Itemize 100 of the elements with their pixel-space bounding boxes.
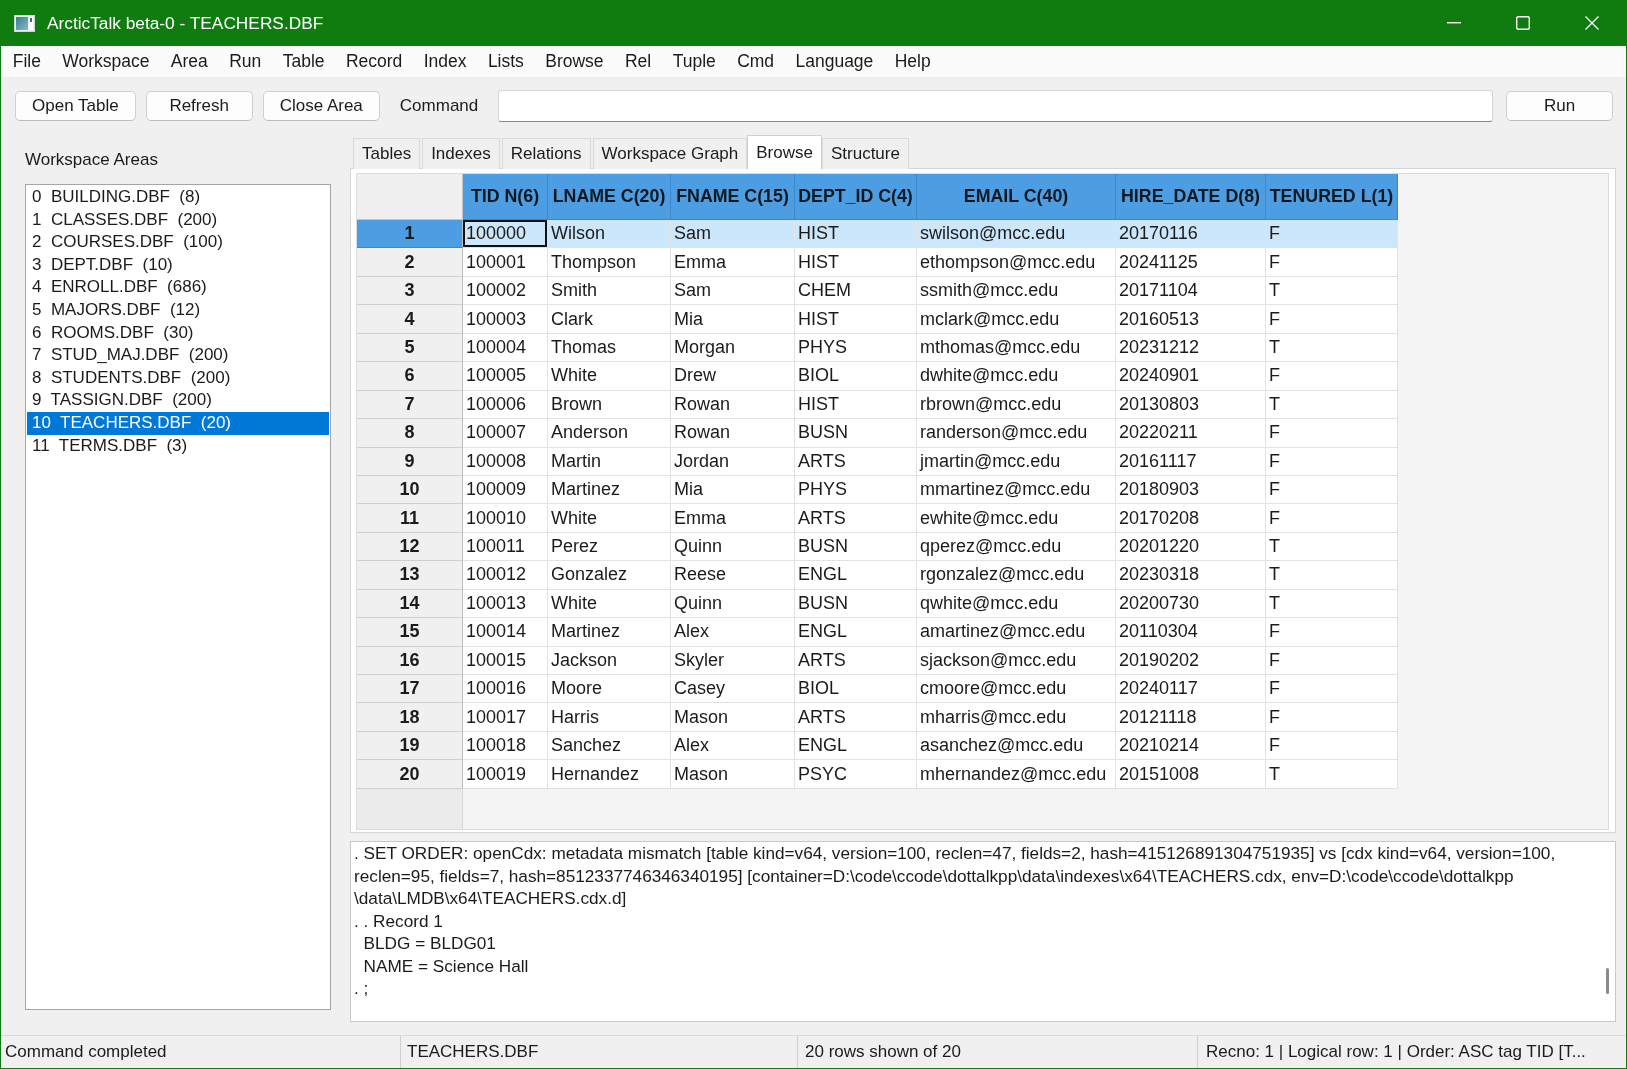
table-cell: mclark@mcc.edu xyxy=(917,305,1116,334)
row-header[interactable]: 19 xyxy=(357,731,463,761)
row-header[interactable]: 2 xyxy=(357,248,463,277)
menu-item[interactable]: Tuple xyxy=(661,48,727,75)
status-text: 20 rows shown of 20 xyxy=(805,1042,961,1062)
table-row[interactable]: 6 100005 White Drew BIOL dwhite@mcc.edu 20240901 F xyxy=(357,362,1398,391)
table-cell: BUSN xyxy=(795,419,917,448)
table-row[interactable]: 5 100004 Thomas Morgan PHYS mthomas@mcc.edu 20231212 T xyxy=(357,333,1398,363)
menu-item[interactable]: Table xyxy=(272,48,336,75)
table-cell: HIST xyxy=(795,248,917,277)
scrollbar-thumb[interactable] xyxy=(1605,968,1609,994)
menu-item[interactable]: Cmd xyxy=(726,48,785,75)
table-row[interactable]: 3 100002 Smith Sam CHEM ssmith@mcc.edu 20171104 T xyxy=(357,276,1398,306)
toolbar-button[interactable]: Close Area xyxy=(262,91,380,121)
tab[interactable]: Structure xyxy=(821,138,909,169)
table-row[interactable]: 4 100003 Clark Mia HIST mclark@mcc.edu 20160513 F xyxy=(357,305,1398,334)
column-header[interactable]: HIRE_DATE D(8) xyxy=(1116,174,1266,220)
table-row[interactable]: 14 100013 White Quinn BUSN qwhite@mcc.edu 20200730 T xyxy=(357,589,1398,619)
row-header[interactable]: 13 xyxy=(357,561,463,590)
table-row[interactable]: 9 100008 Martin Jordan ARTS jmartin@mcc.edu 20161117 F xyxy=(357,447,1398,476)
table-row[interactable]: 19 100018 Sanchez Alex ENGL asanchez@mcc.edu 20210214 F xyxy=(357,731,1398,761)
row-header[interactable]: 11 xyxy=(357,504,463,533)
table-row[interactable]: 12 100011 Perez Quinn BUSN qperez@mcc.edu 20201220 T xyxy=(357,532,1398,562)
toolbar-button[interactable]: Open Table xyxy=(15,91,136,121)
area-list-item[interactable]: 4 ENROLL.DBF (686) xyxy=(27,276,329,299)
column-header[interactable]: LNAME C(20) xyxy=(548,174,671,220)
menu-item[interactable]: Browse xyxy=(534,48,615,75)
toolbar-button[interactable]: Refresh xyxy=(145,91,253,121)
row-header[interactable]: 7 xyxy=(357,390,463,420)
row-header[interactable]: 20 xyxy=(357,760,463,789)
row-header[interactable]: 5 xyxy=(357,333,463,363)
area-list-item[interactable]: 3 DEPT.DBF (10) xyxy=(27,253,329,277)
log-line: \data\LMDB\x64\TEACHERS.cdx.d] xyxy=(354,887,627,910)
row-header[interactable]: 9 xyxy=(357,447,463,476)
table-row[interactable]: 15 100014 Martinez Alex ENGL amartinez@mcc.edu 20110304 F xyxy=(357,618,1398,647)
tab[interactable]: Indexes xyxy=(422,138,500,169)
tab[interactable]: Tables xyxy=(353,138,421,169)
tab[interactable]: Workspace Graph xyxy=(592,138,748,169)
area-list-item[interactable]: 7 STUD_MAJ.DBF (200) xyxy=(27,344,329,367)
table-cell: mharris@mcc.edu xyxy=(917,703,1116,732)
area-list-item[interactable]: 0 BUILDING.DBF (8) xyxy=(27,186,329,209)
tab[interactable]: Browse xyxy=(747,135,822,169)
row-header[interactable]: 1 xyxy=(357,220,463,249)
row-header[interactable]: 15 xyxy=(357,618,463,647)
status-text: Command completed xyxy=(5,1042,167,1062)
row-header[interactable]: 18 xyxy=(357,703,463,732)
menu-item[interactable]: Workspace xyxy=(51,48,161,75)
table-row[interactable]: 20 100019 Hernandez Mason PSYC mhernandez@mcc.edu 20151008 T xyxy=(357,760,1398,789)
menu-item[interactable]: Area xyxy=(160,48,219,75)
table-row[interactable]: 18 100017 Harris Mason ARTS mharris@mcc.edu 20121118 F xyxy=(357,703,1398,732)
menu-item[interactable]: File xyxy=(2,48,52,75)
row-header[interactable]: 8 xyxy=(357,419,463,448)
command-field[interactable] xyxy=(498,90,1493,122)
table-cell: F xyxy=(1266,419,1398,448)
table-row[interactable]: 8 100007 Anderson Rowan BUSN randerson@mcc.edu 20220211 F xyxy=(357,419,1398,448)
table-cell: F xyxy=(1266,362,1398,391)
menu-item[interactable]: Record xyxy=(335,48,413,75)
row-header[interactable]: 14 xyxy=(357,589,463,619)
menu-item[interactable]: Language xyxy=(784,48,885,75)
table-cell: HIST xyxy=(795,305,917,334)
row-header[interactable]: 12 xyxy=(357,532,463,562)
table-cell: ARTS xyxy=(795,703,917,732)
table-row[interactable]: 7 100006 Brown Rowan HIST rbrown@mcc.edu 20130803 T xyxy=(357,390,1398,420)
row-header[interactable]: 16 xyxy=(357,646,463,675)
table-cell: Harris xyxy=(548,703,671,732)
menu-item[interactable]: Run xyxy=(218,48,272,75)
table-row[interactable]: 16 100015 Jackson Skyler ARTS sjackson@mcc.edu 20190202 F xyxy=(357,646,1398,675)
column-header[interactable]: DEPT_ID C(4) xyxy=(795,174,917,220)
area-list-item[interactable]: 10 TEACHERS.DBF (20) xyxy=(27,411,329,435)
row-header[interactable]: 4 xyxy=(357,305,463,334)
table-row[interactable]: 13 100012 Gonzalez Reese ENGL rgonzalez@mcc.edu 20230318 T xyxy=(357,561,1398,590)
table-cell: jmartin@mcc.edu xyxy=(917,447,1116,476)
table-row[interactable]: 1 100000 Wilson Sam HIST swilson@mcc.edu 20170116 F xyxy=(357,220,1398,249)
row-header[interactable]: 17 xyxy=(357,675,463,704)
table-row[interactable]: 17 100016 Moore Casey BIOL cmoore@mcc.edu 20240117 F xyxy=(357,675,1398,704)
area-list-item[interactable]: 6 ROOMS.DBF (30) xyxy=(27,321,329,345)
area-list-item[interactable]: 8 STUDENTS.DBF (200) xyxy=(27,366,329,390)
column-header[interactable]: TENURED L(1) xyxy=(1266,174,1398,220)
menu-item[interactable]: Index xyxy=(413,48,478,75)
column-header[interactable]: FNAME C(15) xyxy=(671,174,795,220)
column-header[interactable]: EMAIL C(40) xyxy=(917,174,1116,220)
column-header[interactable]: TID N(6) xyxy=(463,174,548,220)
tab[interactable]: Relations xyxy=(501,138,591,169)
area-list-item[interactable]: 11 TERMS.DBF (3) xyxy=(27,434,329,458)
area-list-item[interactable]: 5 MAJORS.DBF (12) xyxy=(27,298,329,322)
row-header[interactable]: 3 xyxy=(357,276,463,306)
table-row[interactable]: 2 100001 Thompson Emma HIST ethompson@mcc.edu 20241125 F xyxy=(357,248,1398,277)
menu-item[interactable]: Help xyxy=(884,48,942,75)
table-row[interactable]: 10 100009 Martinez Mia PHYS mmartinez@mcc.edu 20180903 F xyxy=(357,475,1398,505)
app-window-icon xyxy=(14,14,35,32)
menu-item[interactable]: Lists xyxy=(477,48,535,75)
area-list-item[interactable]: 2 COURSES.DBF (100) xyxy=(27,231,329,254)
menu-item[interactable]: Rel xyxy=(614,48,662,75)
row-header[interactable]: 6 xyxy=(357,362,463,391)
table-cell: dwhite@mcc.edu xyxy=(917,362,1116,391)
table-row[interactable]: 11 100010 White Emma ARTS ewhite@mcc.edu 20170208 F xyxy=(357,504,1398,533)
run-button[interactable]: Run xyxy=(1506,91,1613,121)
area-list-item[interactable]: 9 TASSIGN.DBF (200) xyxy=(27,389,329,412)
row-header[interactable]: 10 xyxy=(357,475,463,505)
area-list-item[interactable]: 1 CLASSES.DBF (200) xyxy=(27,208,329,232)
